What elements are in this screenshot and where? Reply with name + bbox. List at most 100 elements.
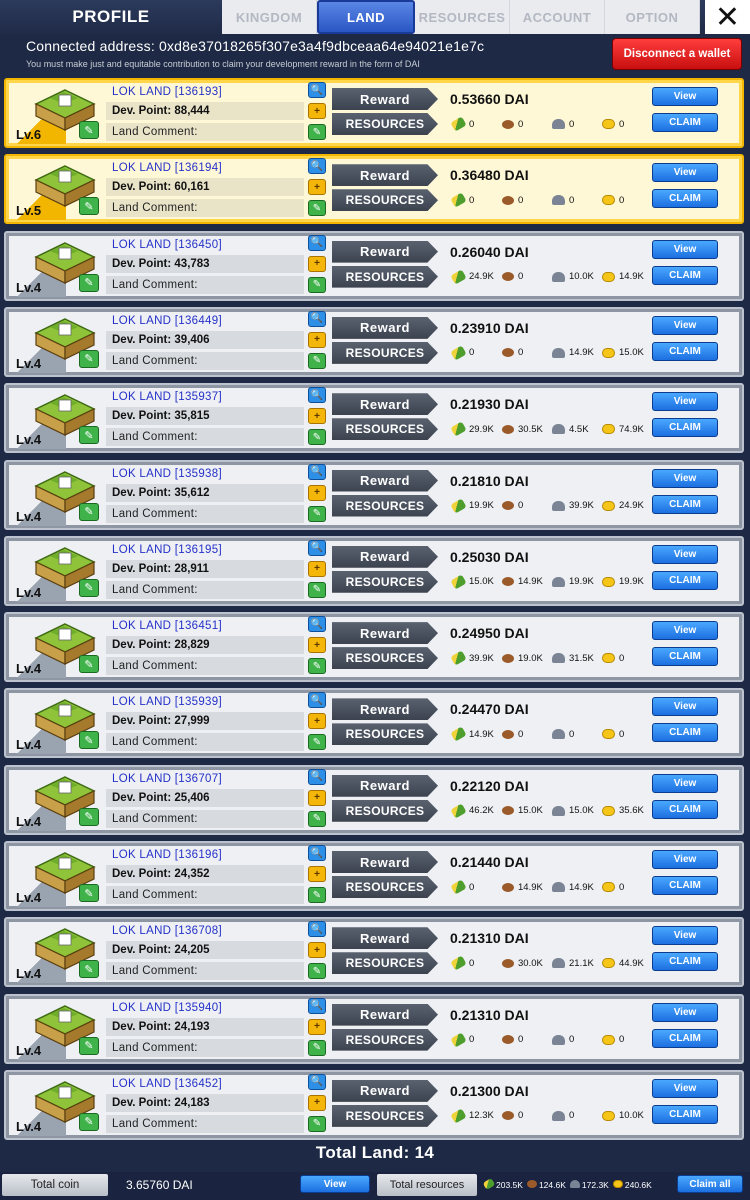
total-view-button[interactable]: View [300, 1175, 370, 1193]
close-button[interactable]: ✕ [705, 0, 750, 34]
land-edit-button[interactable]: ✎ [79, 1112, 99, 1131]
claim-button[interactable]: CLAIM [652, 647, 718, 667]
land-edit-button[interactable]: ✎ [79, 197, 99, 216]
land-name[interactable]: LOK LAND [135939] [109, 693, 309, 711]
tab-land[interactable]: LAND [317, 0, 415, 34]
land-edit-button[interactable]: ✎ [79, 960, 99, 979]
add-dev-point-button[interactable]: + [308, 408, 326, 425]
tab-kingdom[interactable]: KINGDOM [222, 0, 317, 34]
land-name[interactable]: LOK LAND [136452] [109, 1075, 309, 1093]
edit-comment-button[interactable]: ✎ [308, 581, 326, 598]
land-name[interactable]: LOK LAND [136450] [109, 236, 309, 254]
search-button[interactable]: 🔍 [308, 82, 326, 98]
search-button[interactable]: 🔍 [308, 616, 326, 633]
view-button[interactable]: View [652, 468, 718, 488]
land-name[interactable]: LOK LAND [135940] [109, 999, 309, 1017]
claim-button[interactable]: CLAIM [652, 494, 718, 514]
land-name[interactable]: LOK LAND [136707] [109, 770, 309, 788]
search-button[interactable]: 🔍 [308, 158, 326, 175]
add-dev-point-button[interactable]: + [308, 1094, 326, 1111]
land-name[interactable]: LOK LAND [135938] [109, 465, 309, 483]
claim-button[interactable]: CLAIM [652, 418, 718, 438]
edit-comment-button[interactable]: ✎ [308, 505, 326, 522]
land-name[interactable]: LOK LAND [135937] [109, 388, 309, 406]
add-dev-point-button[interactable]: + [308, 1018, 326, 1035]
search-button[interactable]: 🔍 [308, 997, 326, 1014]
view-button[interactable]: View [652, 926, 718, 946]
tab-account[interactable]: ACCOUNT [510, 0, 605, 34]
edit-comment-button[interactable]: ✎ [308, 1115, 326, 1132]
add-dev-point-button[interactable]: + [308, 560, 326, 577]
view-button[interactable]: View [652, 621, 718, 641]
add-dev-point-button[interactable]: + [308, 942, 326, 959]
land-name[interactable]: LOK LAND [136451] [109, 617, 309, 635]
view-button[interactable]: View [652, 1078, 718, 1098]
view-button[interactable]: View [652, 1002, 718, 1022]
view-button[interactable]: View [652, 315, 718, 335]
add-dev-point-button[interactable]: + [308, 637, 326, 654]
claim-all-button[interactable]: Claim all [677, 1175, 743, 1193]
search-button[interactable]: 🔍 [308, 310, 326, 327]
land-edit-button[interactable]: ✎ [79, 502, 99, 521]
view-button[interactable]: View [652, 163, 718, 183]
view-button[interactable]: View [652, 87, 718, 106]
land-name[interactable]: LOK LAND [136708] [109, 922, 309, 940]
claim-button[interactable]: CLAIM [652, 876, 718, 895]
land-edit-button[interactable]: ✎ [79, 349, 99, 368]
view-button[interactable]: View [652, 850, 718, 869]
land-edit-button[interactable]: ✎ [79, 273, 99, 292]
edit-comment-button[interactable]: ✎ [308, 1039, 326, 1056]
land-name[interactable]: LOK LAND [136449] [109, 312, 309, 330]
add-dev-point-button[interactable]: + [308, 484, 326, 501]
add-dev-point-button[interactable]: + [308, 713, 326, 730]
claim-button[interactable]: CLAIM [652, 189, 718, 209]
edit-comment-button[interactable]: ✎ [308, 200, 326, 217]
land-edit-button[interactable]: ✎ [79, 426, 99, 445]
search-button[interactable]: 🔍 [308, 463, 326, 480]
search-button[interactable]: 🔍 [308, 1073, 326, 1090]
tab-resources[interactable]: RESOURCES [415, 0, 510, 34]
view-button[interactable]: View [652, 773, 718, 793]
search-button[interactable]: 🔍 [308, 539, 326, 556]
claim-button[interactable]: CLAIM [652, 1028, 718, 1048]
land-edit-button[interactable]: ✎ [79, 884, 99, 902]
edit-comment-button[interactable]: ✎ [308, 658, 326, 675]
view-button[interactable]: View [652, 392, 718, 412]
disconnect-wallet-button[interactable]: Disconnect a wallet [612, 38, 742, 70]
search-button[interactable]: 🔍 [308, 768, 326, 785]
land-edit-button[interactable]: ✎ [79, 121, 99, 139]
edit-comment-button[interactable]: ✎ [308, 810, 326, 827]
claim-button[interactable]: CLAIM [652, 570, 718, 590]
edit-comment-button[interactable]: ✎ [308, 276, 326, 293]
add-dev-point-button[interactable]: + [308, 255, 326, 272]
edit-comment-button[interactable]: ✎ [308, 429, 326, 446]
edit-comment-button[interactable]: ✎ [308, 352, 326, 369]
edit-comment-button[interactable]: ✎ [308, 734, 326, 751]
search-button[interactable]: 🔍 [308, 234, 326, 251]
land-name[interactable]: LOK LAND [136195] [109, 541, 309, 559]
land-name[interactable]: LOK LAND [136193] [109, 83, 309, 101]
view-button[interactable]: View [652, 544, 718, 564]
search-button[interactable]: 🔍 [308, 921, 326, 938]
land-edit-button[interactable]: ✎ [79, 731, 99, 750]
land-name[interactable]: LOK LAND [136196] [109, 846, 309, 864]
view-button[interactable]: View [652, 697, 718, 717]
search-button[interactable]: 🔍 [308, 692, 326, 709]
tab-option[interactable]: OPTION [605, 0, 700, 34]
land-edit-button[interactable]: ✎ [79, 655, 99, 674]
claim-button[interactable]: CLAIM [652, 799, 718, 819]
add-dev-point-button[interactable]: + [308, 103, 326, 119]
search-button[interactable]: 🔍 [308, 387, 326, 404]
edit-comment-button[interactable]: ✎ [308, 887, 326, 903]
land-edit-button[interactable]: ✎ [79, 1036, 99, 1055]
edit-comment-button[interactable]: ✎ [308, 963, 326, 980]
add-dev-point-button[interactable]: + [308, 866, 326, 882]
add-dev-point-button[interactable]: + [308, 331, 326, 348]
land-name[interactable]: LOK LAND [136194] [109, 159, 309, 177]
claim-button[interactable]: CLAIM [652, 341, 718, 361]
land-edit-button[interactable]: ✎ [79, 807, 99, 826]
land-edit-button[interactable]: ✎ [79, 578, 99, 597]
add-dev-point-button[interactable]: + [308, 789, 326, 806]
claim-button[interactable]: CLAIM [652, 265, 718, 285]
claim-button[interactable]: CLAIM [652, 723, 718, 743]
